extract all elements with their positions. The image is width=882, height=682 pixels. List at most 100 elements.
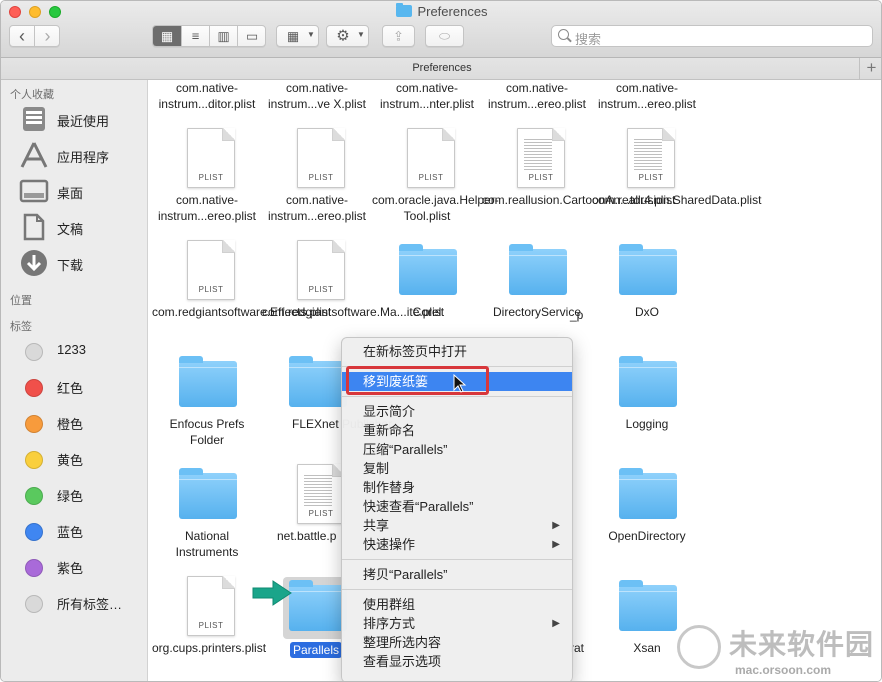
watermark: 未来软件园 mac.orsoon.com: [677, 621, 877, 681]
list-view-button[interactable]: ≡: [182, 26, 210, 46]
file-name: com.redgiantsoftware.Ma...ite.plist: [262, 305, 445, 319]
file-name: OpenDirectory: [608, 529, 686, 543]
sidebar-tag-item[interactable]: 橙色: [1, 407, 148, 437]
watermark-title: 未来软件园: [729, 629, 875, 660]
file-item[interactable]: com.native-instrum...ereo.plist: [592, 80, 702, 125]
sidebar-tag-item[interactable]: 1233: [1, 335, 148, 365]
menu-item[interactable]: 整理所选内容: [342, 633, 572, 652]
file-item[interactable]: PLIST com.oracle.java.Helper-Tool.plist: [372, 125, 499, 237]
menu-item[interactable]: 压缩“Parallels”: [342, 440, 572, 459]
file-item[interactable]: PLIST com.native-instrum...ereo.plist: [152, 125, 262, 237]
list-icon: ≡: [191, 28, 200, 44]
sidebar-item-label: 下载: [57, 258, 84, 273]
sidebar-tag-item[interactable]: 所有标签…: [1, 587, 148, 617]
sidebar-item-desktop[interactable]: 桌面: [1, 176, 148, 206]
locations-header: 位置: [10, 295, 32, 307]
file-item[interactable]: PLIST com.reallusion.SharedData.plist: [592, 125, 761, 237]
menu-item[interactable]: 使用群组: [342, 595, 572, 614]
folder-icon: [175, 349, 239, 413]
file-item[interactable]: PLIST org.cups.printers.plist: [152, 573, 267, 681]
selected-file-name[interactable]: Parallels: [290, 642, 343, 658]
highlight-box-annotation: [346, 366, 489, 395]
file-item[interactable]: OpenDirectory: [592, 461, 702, 573]
menu-item[interactable]: 制作替身: [342, 478, 572, 497]
column-view-button[interactable]: ▥: [210, 26, 238, 46]
icon-view-button[interactable]: ▦: [153, 26, 182, 46]
tag-color-dot: [25, 451, 43, 469]
menu-item[interactable]: 共享 ▶: [342, 516, 572, 535]
file-item[interactable]: com.native-instrum...ereo.plist: [482, 80, 592, 125]
gallery-view-button[interactable]: ▭: [238, 26, 266, 46]
teal-arrow-annotation: [252, 580, 292, 606]
sidebar-tag-item[interactable]: 黄色: [1, 443, 148, 473]
sidebar-item-applications[interactable]: 应用程序: [1, 140, 148, 170]
view-mode-control: ▦ ≡ ▥ ▭: [152, 25, 266, 47]
recents-icon: [23, 107, 45, 131]
group-button[interactable]: ▦ ▼: [276, 25, 319, 47]
file-item[interactable]: National Instruments: [152, 461, 262, 573]
file-item[interactable]: PLIST com.native-instrum...ereo.plist: [262, 125, 372, 237]
share-button[interactable]: ⇪: [382, 25, 415, 47]
menu-item-label: 快速查看“Parallels”: [363, 499, 474, 514]
sidebar-tag-item[interactable]: 蓝色: [1, 515, 148, 545]
desktop-icon: [19, 179, 49, 203]
sidebar-tag-item[interactable]: 紫色: [1, 551, 148, 581]
file-item[interactable]: PLIST com.reallusion.CartoonAn...tor4.pli…: [482, 125, 675, 237]
submenu-arrow-icon: ▶: [552, 520, 560, 531]
menu-item[interactable]: 快速操作 ▶: [342, 535, 572, 554]
edit-tags-button[interactable]: ⬭: [425, 25, 464, 47]
window-title: Preferences: [1, 3, 881, 19]
menu-item-label: 共享: [363, 518, 390, 533]
menu-item[interactable]: 在新标签页中打开: [342, 342, 572, 361]
sidebar-item-downloads[interactable]: 下载: [1, 248, 148, 278]
plist-label: PLIST: [308, 285, 334, 294]
folder-icon: [505, 237, 569, 301]
file-name: Corel: [412, 305, 442, 319]
file-item[interactable]: Logging: [592, 349, 702, 461]
download-icon: [21, 250, 47, 276]
sidebar-tag-item[interactable]: 红色: [1, 371, 148, 401]
file-item[interactable]: PLIST com.redgiantsoftware.Ma...ite.plist: [262, 237, 445, 349]
menu-item[interactable]: 查看显示选项: [342, 652, 572, 671]
menu-item[interactable]: 拷贝“Parallels”: [342, 565, 572, 584]
sidebar-item-label: 黄色: [57, 453, 84, 468]
tag-color-dot: [25, 487, 43, 505]
file-item[interactable]: com.native-instrum...ve X.plist: [262, 80, 372, 125]
file-item[interactable]: DirectoryService: [482, 237, 592, 349]
tag-color-dot: [25, 523, 43, 541]
file-item[interactable]: com.native-instrum...ditor.plist: [152, 80, 262, 125]
back-button[interactable]: ‹: [10, 26, 35, 46]
file-name: org.cups.printers.plist: [152, 641, 267, 655]
sidebar-item-recents[interactable]: 最近使用: [1, 104, 148, 134]
plist-label: PLIST: [198, 173, 224, 182]
plist-file-icon: PLIST: [285, 237, 349, 301]
file-item[interactable]: Enfocus Prefs Folder: [152, 349, 262, 461]
file-item[interactable]: PLIST com.redgiantsoftware.Effects.plist: [152, 237, 332, 349]
plist-label: PLIST: [638, 173, 664, 182]
folder-icon: [175, 461, 239, 525]
chevron-right-icon: ›: [44, 26, 51, 46]
menu-separator: [342, 589, 572, 590]
search-input[interactable]: 搜索: [551, 25, 873, 47]
file-item[interactable]: com.native-instrum...nter.plist: [372, 80, 482, 125]
menu-item[interactable]: 显示简介: [342, 402, 572, 421]
file-name: com.redgiantsoftware.Effects.plist: [152, 305, 332, 319]
sidebar-tag-item[interactable]: 绿色: [1, 479, 148, 509]
menu-item[interactable]: 重新命名: [342, 421, 572, 440]
menu-item[interactable]: 复制: [342, 459, 572, 478]
file-item[interactable]: DxO: [592, 237, 702, 349]
watermark-logo-icon: [677, 625, 721, 669]
sidebar-item-documents[interactable]: 文稿: [1, 212, 148, 242]
sidebar-item-label: 橙色: [57, 417, 84, 432]
new-tab-button[interactable]: +: [859, 58, 881, 79]
forward-button[interactable]: ›: [35, 26, 60, 46]
plist-file-icon: PLIST: [285, 461, 349, 525]
file-item[interactable]: Corel: [372, 237, 482, 349]
action-button[interactable]: ⚙ ▼: [326, 25, 369, 47]
search-icon: [558, 29, 569, 40]
menu-item[interactable]: 排序方式 ▶: [342, 614, 572, 633]
menu-item-label: 重新命名: [363, 423, 416, 438]
tag-icon: ⬭: [438, 28, 451, 44]
plist-file-icon: PLIST: [615, 125, 679, 189]
menu-item[interactable]: 快速查看“Parallels”: [342, 497, 572, 516]
